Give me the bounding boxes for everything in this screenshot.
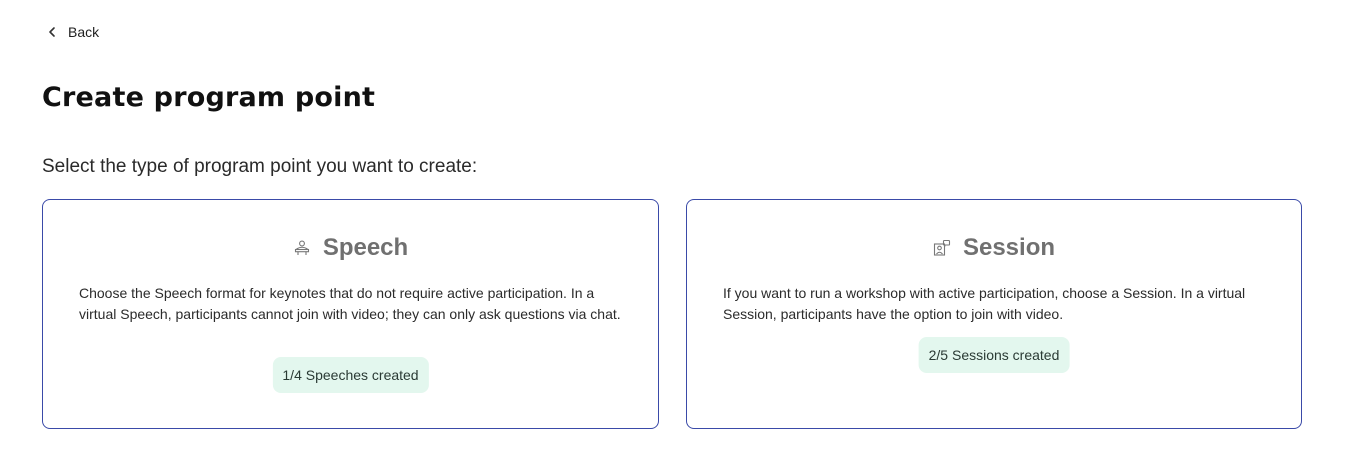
speech-count-badge: 1/4 Speeches created (272, 357, 429, 393)
chevron-left-icon (46, 26, 58, 38)
speaker-podium-icon (293, 239, 311, 257)
session-card-header: Session (687, 234, 1301, 262)
speech-card-title: Speech (322, 234, 409, 261)
session-card-title: Session (962, 234, 1056, 261)
speech-card-header: Speech (43, 234, 658, 262)
back-label: Back (68, 24, 100, 40)
session-card-description: If you want to run a workshop with activ… (723, 285, 1246, 322)
speech-option-card[interactable]: Speech Choose the Speech format for keyn… (42, 199, 659, 429)
page-subtitle: Select the type of program point you wan… (42, 156, 478, 177)
session-count-badge: 2/5 Sessions created (918, 337, 1070, 373)
session-video-icon (933, 239, 951, 257)
back-button[interactable]: Back (46, 21, 99, 43)
speech-card-description: Choose the Speech format for keynotes th… (79, 285, 621, 322)
page-title: Create program point (42, 82, 376, 113)
session-option-card[interactable]: Session If you want to run a workshop wi… (686, 199, 1302, 429)
